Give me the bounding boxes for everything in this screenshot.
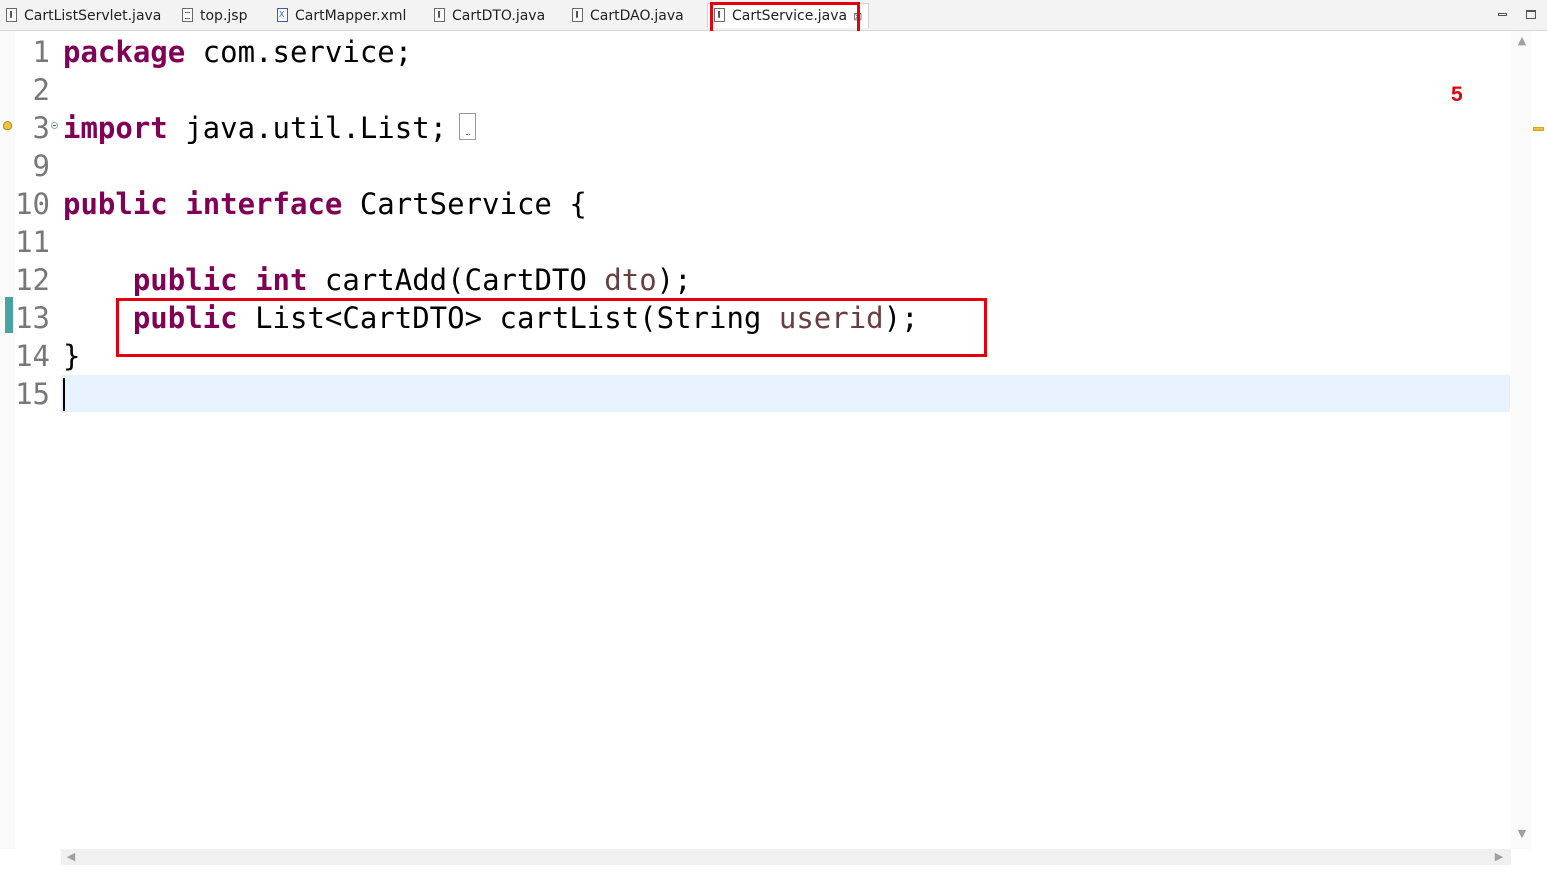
java-file-icon [6, 8, 17, 22]
code-line: public int cartAdd(CartDTO dto); [63, 261, 692, 299]
code-token: CartService { [342, 187, 587, 221]
minimize-icon[interactable] [1497, 9, 1509, 21]
expand-fold-icon[interactable] [51, 122, 58, 129]
tab-cartmapper-xml[interactable]: CartMapper.xml [277, 3, 407, 28]
tab-cartdao[interactable]: CartDAO.java [572, 4, 684, 28]
keyword-token: public [63, 187, 168, 221]
tab-cartdto[interactable]: CartDTO.java [434, 4, 545, 28]
tab-top-jsp[interactable]: top.jsp [182, 4, 247, 28]
tab-label: CartDAO.java [590, 8, 684, 24]
overview-warning-mark[interactable] [1533, 127, 1544, 131]
tab-label: top.jsp [200, 8, 248, 24]
scroll-right-icon[interactable]: ▶ [1493, 851, 1505, 863]
code-token: com.service; [185, 35, 413, 69]
tab-cartlistservlet[interactable]: CartListServlet.java [6, 4, 161, 28]
lightbulb-warning-icon[interactable] [3, 121, 12, 130]
keyword-token: int [255, 263, 308, 297]
annotation-number: 5 [1451, 83, 1463, 106]
code-line: import java.util.List; [63, 109, 447, 147]
annotation-ruler [0, 31, 15, 849]
window-controls [1486, 6, 1537, 25]
tab-label: CartMapper.xml [295, 8, 407, 24]
code-token: } [63, 339, 81, 373]
line-number-gutter: 1 2 3 9 10 11 12 13 14 15 [15, 31, 60, 849]
line-number: 12 [15, 263, 50, 297]
keyword-token: import [63, 111, 168, 145]
text-cursor [63, 378, 65, 411]
keyword-token: interface [185, 187, 343, 221]
line-number: 13 [15, 301, 50, 335]
code-line: } [63, 337, 80, 375]
code-text-area[interactable]: package com.service; import java.util.Lis… [61, 31, 1511, 849]
horizontal-scrollbar[interactable]: ◀ ▶ [61, 849, 1511, 865]
line-number: 15 [15, 377, 50, 411]
code-token: java.util.List; [167, 111, 448, 145]
line-number: 1 [32, 35, 50, 69]
scroll-up-icon[interactable]: ▲ [1516, 35, 1528, 47]
line-number: 14 [15, 339, 50, 373]
jsp-file-icon [182, 8, 193, 22]
keyword-token: package [63, 35, 186, 69]
scroll-down-icon[interactable]: ▼ [1516, 828, 1528, 840]
tab-label: CartDTO.java [452, 8, 546, 24]
keyword-token: public [132, 263, 238, 297]
folded-imports-box[interactable] [459, 113, 476, 140]
code-editor[interactable]: 1 2 3 9 10 11 12 13 14 15 package com.se… [0, 31, 1547, 871]
change-marker [5, 297, 13, 333]
xml-file-icon [277, 3, 288, 27]
line-number: 11 [15, 225, 50, 259]
line-number: 2 [32, 73, 50, 107]
java-file-icon [572, 8, 583, 22]
maximize-icon[interactable] [1525, 9, 1537, 21]
code-line: package com.service; [63, 33, 412, 71]
tab-label: CartListServlet.java [24, 8, 162, 24]
java-file-icon [434, 8, 445, 22]
line-number: 3 [32, 111, 50, 145]
parameter-token: dto [604, 263, 657, 297]
line-number: 9 [32, 149, 50, 183]
code-line: public interface CartService { [63, 185, 587, 223]
code-highlight-box [116, 298, 987, 357]
scroll-left-icon[interactable]: ◀ [65, 851, 77, 863]
vertical-scrollbar[interactable]: ▲ ▼ [1513, 31, 1531, 849]
code-token: cartAdd(CartDTO [307, 263, 605, 297]
line-number: 10 [15, 187, 50, 221]
code-token: ); [656, 263, 692, 297]
